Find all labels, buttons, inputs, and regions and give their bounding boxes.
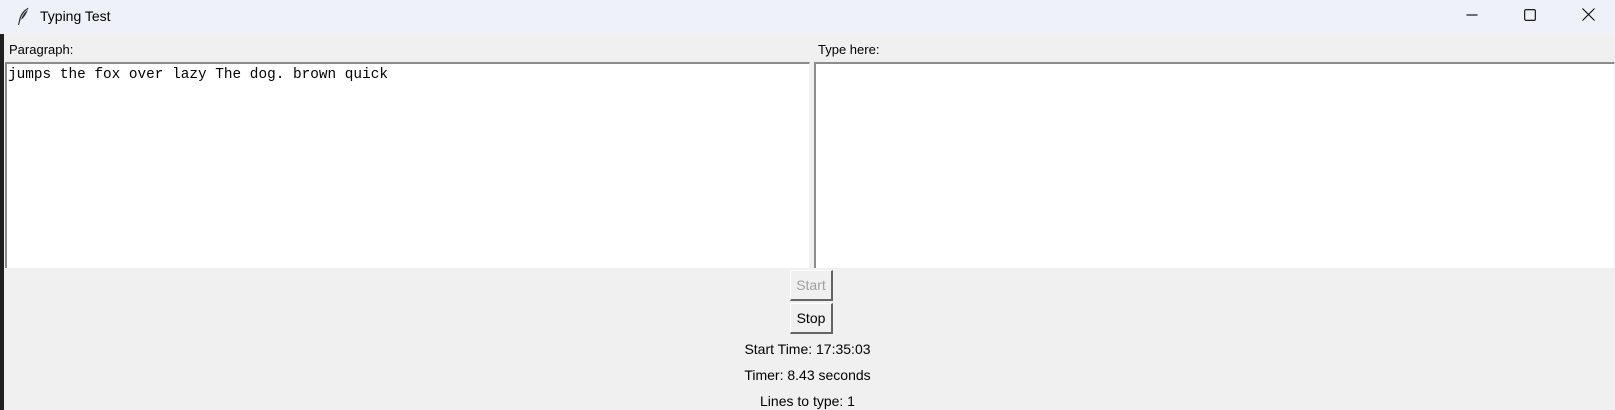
type-here-label: Type here: (818, 42, 880, 57)
lines-to-type-label: Lines to type: 1 (760, 393, 855, 409)
timer-label: Timer: 8.43 seconds (744, 367, 871, 383)
typing-input[interactable] (814, 62, 1615, 268)
paragraph-text: jumps the fox over lazy The dog. brown q… (8, 67, 388, 83)
title-bar[interactable]: Typing Test (0, 0, 1615, 34)
maximize-icon (1524, 8, 1536, 26)
paragraph-label: Paragraph: (9, 42, 74, 57)
typing-input-value (816, 64, 1614, 67)
close-icon (1581, 8, 1595, 26)
typing-test-window: Typing Test Paragraph: Type here: jumps … (0, 0, 1615, 410)
paragraph-textbox[interactable]: jumps the fox over lazy The dog. brown q… (5, 62, 810, 268)
maximize-button[interactable] (1501, 0, 1559, 34)
start-button[interactable]: Start (790, 270, 833, 301)
feather-icon (16, 7, 30, 26)
close-button[interactable] (1559, 0, 1615, 34)
minimize-button[interactable] (1443, 0, 1501, 34)
stop-button[interactable]: Stop (790, 303, 833, 334)
window-title: Typing Test (40, 8, 111, 24)
start-time-label: Start Time: 17:35:03 (744, 341, 871, 357)
minimize-icon (1466, 8, 1478, 26)
